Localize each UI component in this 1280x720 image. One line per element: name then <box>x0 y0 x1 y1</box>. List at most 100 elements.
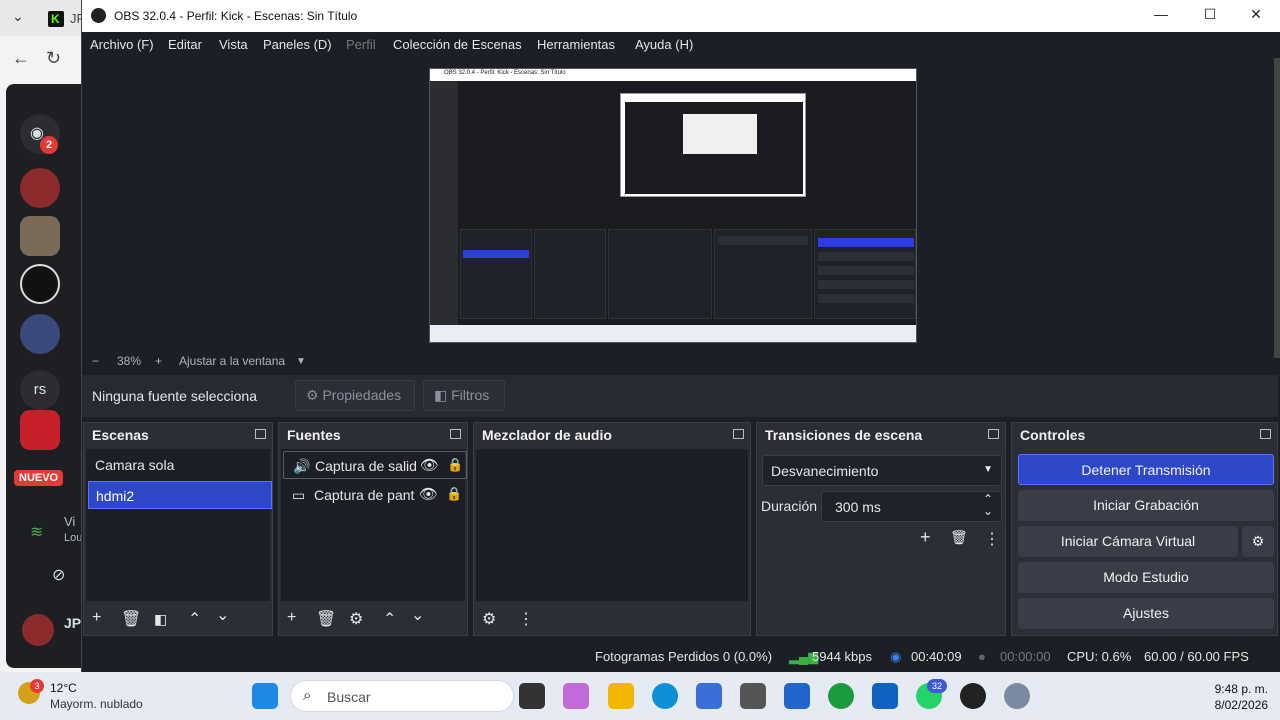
visibility-eye-icon[interactable]: 👁 <box>420 456 439 474</box>
chevron-down-icon[interactable]: ⌄ <box>216 605 229 625</box>
server-avatar-5[interactable] <box>20 410 60 450</box>
virtual-camera-settings-gear-icon[interactable]: ⚙ <box>1242 526 1274 557</box>
chevron-up-icon[interactable]: ⌃ <box>188 609 201 629</box>
server-avatar-2[interactable] <box>20 216 60 256</box>
task-view-icon[interactable] <box>519 683 545 709</box>
duration-label: Duración <box>761 498 818 514</box>
zoom-out-button[interactable]: − <box>92 354 99 368</box>
menu-coleccion[interactable]: Colección de Escenas <box>393 37 522 52</box>
scenes-dock: Escenas Camara sola hdmi2 + 🗑 ◧ ⌃ ⌄ <box>83 422 273 636</box>
menu-paneles[interactable]: Paneles (D) <box>263 37 332 52</box>
kick-tab-icon[interactable] <box>48 11 64 27</box>
server-avatar-1[interactable] <box>20 168 60 208</box>
filters-button[interactable]: ◧ Filtros <box>423 380 505 411</box>
close-button[interactable]: ✕ <box>1241 6 1271 26</box>
zoom-value: 38% <box>117 354 142 368</box>
chevron-down-icon[interactable]: ⌄ <box>12 8 24 25</box>
lock-icon[interactable]: 🔒 <box>447 457 463 473</box>
spin-down-icon[interactable]: ⌄ <box>983 504 993 518</box>
duration-spinbox[interactable]: 300 ms ⌃ ⌄ <box>821 491 1002 522</box>
scene-item[interactable]: Camara sola <box>88 451 272 479</box>
server-rs[interactable]: rs <box>20 370 60 410</box>
menu-perfil[interactable]: Perfil <box>346 37 376 52</box>
menu-herramientas[interactable]: Herramientas <box>537 37 615 52</box>
start-recording-button[interactable]: Iniciar Grabación <box>1018 490 1274 521</box>
browser-tabbar: ⌄ JP <box>0 0 85 36</box>
menu-ayuda[interactable]: Ayuda (H) <box>635 37 693 52</box>
add-transition-icon[interactable]: + <box>920 527 931 548</box>
preview-scrollbar[interactable] <box>1274 58 1280 358</box>
obs-taskbar-icon[interactable] <box>960 683 986 709</box>
more-vertical-icon[interactable]: ⋮ <box>984 529 1000 549</box>
dock-header: Mezclador de audio <box>474 423 750 447</box>
copilot-icon[interactable] <box>563 683 589 709</box>
zoom-dropdown-icon[interactable]: ▼ <box>296 356 306 367</box>
dock-header: Fuentes <box>279 423 467 447</box>
minimize-button[interactable]: — <box>1146 6 1176 26</box>
trash-icon[interactable]: 🗑 <box>950 529 968 546</box>
preview-area[interactable]: OBS 32.0.4 - Perfil: Kick - Escenas: Sin… <box>82 58 1278 352</box>
menu-vista[interactable]: Vista <box>219 37 248 52</box>
scene-item[interactable]: hdmi2 <box>88 481 272 509</box>
record-time: 00:00:00 <box>1000 649 1051 664</box>
server-avatar-3[interactable] <box>20 264 60 304</box>
app-cube-icon[interactable] <box>740 683 766 709</box>
preview-canvas[interactable]: OBS 32.0.4 - Perfil: Kick - Escenas: Sin… <box>429 68 917 343</box>
mixer-toolbar: ⚙ ⋮ <box>474 603 750 635</box>
maximize-button[interactable]: ☐ <box>1195 6 1225 26</box>
preview-mini-titlebar: OBS 32.0.4 - Perfil: Kick - Escenas: Sin… <box>430 69 916 81</box>
stop-stream-button[interactable]: Detener Transmisión <box>1018 454 1274 485</box>
add-source-icon[interactable]: + <box>287 609 296 627</box>
menu-archivo[interactable]: Archivo (F) <box>90 37 154 52</box>
chevron-up-icon[interactable]: ⌃ <box>383 609 396 629</box>
float-dock-icon[interactable] <box>988 429 999 439</box>
advanced-audio-gear-icon[interactable]: ⚙ <box>482 609 496 629</box>
user-avatar[interactable] <box>22 614 54 646</box>
float-dock-icon[interactable] <box>1260 429 1271 439</box>
properties-button[interactable]: ⚙ Propiedades <box>295 380 415 411</box>
camera-off-icon[interactable]: ⊘ <box>52 565 65 585</box>
preview-mini-taskbar <box>430 325 916 342</box>
settings-button[interactable]: Ajustes <box>1018 598 1274 629</box>
menu-editar[interactable]: Editar <box>168 37 202 52</box>
more-vertical-icon[interactable]: ⋮ <box>518 609 534 629</box>
reload-icon[interactable]: ↻ <box>46 48 61 69</box>
window-title: OBS 32.0.4 - Perfil: Kick - Escenas: Sin… <box>114 9 358 23</box>
xbox-icon[interactable] <box>828 683 854 709</box>
store-icon[interactable] <box>696 683 722 709</box>
chevron-down-icon[interactable]: ⌄ <box>411 605 424 625</box>
edge-icon[interactable] <box>652 683 678 709</box>
fit-window-label[interactable]: Ajustar a la ventana <box>179 354 285 368</box>
server-avatar-4[interactable] <box>20 314 60 354</box>
trash-icon[interactable]: 🗑 <box>316 609 336 629</box>
system-clock[interactable]: 9:48 p. m. 8/02/2026 <box>1215 681 1268 713</box>
float-dock-icon[interactable] <box>450 429 461 439</box>
windows-start-icon[interactable] <box>252 683 278 709</box>
search-placeholder: Buscar <box>327 689 371 705</box>
preview-nested-capture <box>620 93 806 197</box>
float-dock-icon[interactable] <box>255 429 266 439</box>
clock-date: 8/02/2026 <box>1214 698 1268 712</box>
sources-list: 🔊 Captura de salid 👁 🔒 ▭ Captura de pant… <box>281 449 467 601</box>
float-dock-icon[interactable] <box>733 429 744 439</box>
virtual-camera-button[interactable]: Iniciar Cámara Virtual <box>1018 526 1238 557</box>
windows-taskbar: 3 ⌕ Buscar 32 <box>0 672 1280 720</box>
source-item[interactable]: 🔊 Captura de salid 👁 🔒 <box>283 451 467 479</box>
zoom-in-button[interactable]: + <box>155 354 162 368</box>
outlook-icon[interactable] <box>872 683 898 709</box>
back-arrow-icon[interactable]: ← <box>12 48 30 69</box>
lock-icon[interactable]: 🔒 <box>446 486 462 502</box>
settings-gear-icon[interactable] <box>1004 683 1030 709</box>
add-scene-icon[interactable]: + <box>92 609 101 627</box>
weather-description: Mayorm. nublado <box>50 697 143 711</box>
studio-mode-button[interactable]: Modo Estudio <box>1018 562 1274 593</box>
taskbar-search[interactable]: ⌕ Buscar <box>290 680 514 712</box>
trash-icon[interactable]: 🗑 <box>121 609 141 629</box>
gear-icon[interactable]: ⚙ <box>349 609 363 629</box>
app-blue-icon[interactable] <box>784 683 810 709</box>
transition-select[interactable]: Desvanecimiento ▼ <box>762 455 1002 486</box>
visibility-eye-icon[interactable]: 👁 <box>419 485 438 503</box>
source-item[interactable]: ▭ Captura de pant 👁 🔒 <box>283 481 467 509</box>
filter-icon[interactable]: ◧ <box>154 611 167 628</box>
file-explorer-icon[interactable] <box>608 683 634 709</box>
